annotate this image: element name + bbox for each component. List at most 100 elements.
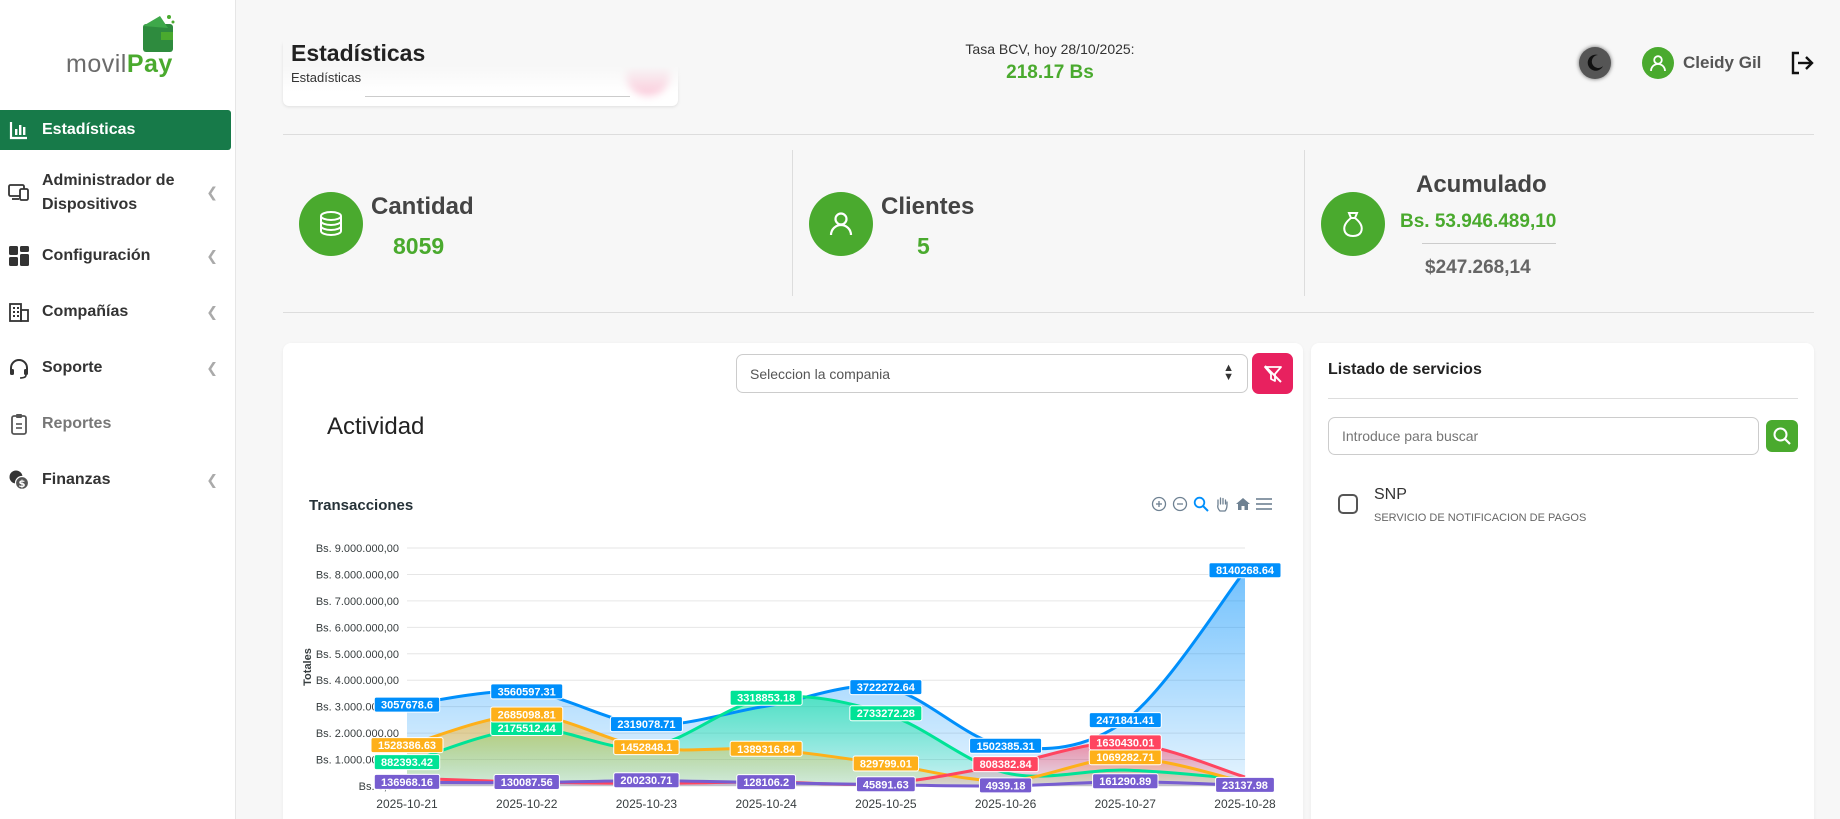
pan-hand-icon[interactable] — [1213, 495, 1231, 513]
sidebar-item-finanzas[interactable]: $ Finanzas ❮ — [0, 452, 236, 508]
sidebar-item-reportes[interactable]: Reportes — [0, 396, 236, 452]
svg-text:3560597.31: 3560597.31 — [498, 686, 556, 698]
svg-text:45891.63: 45891.63 — [863, 779, 909, 791]
x-tick-label: 2025-10-22 — [496, 797, 558, 811]
zoom-in-icon[interactable] — [1150, 495, 1168, 513]
avatar[interactable] — [1642, 47, 1674, 79]
svg-text:200230.71: 200230.71 — [620, 775, 672, 787]
wallet-icon — [143, 15, 175, 52]
services-title: Listado de servicios — [1328, 361, 1482, 378]
home-reset-icon[interactable] — [1234, 495, 1252, 513]
dashboard-grid-icon — [8, 245, 30, 267]
chevron-left-icon: ❮ — [206, 359, 218, 376]
sidebar-item-label: Finanzas — [42, 471, 111, 488]
movilpay-logo[interactable]: movilPay — [60, 14, 190, 84]
data-label: 130087.56 — [493, 774, 560, 791]
company-select-placeholder: Seleccion la compania — [750, 366, 891, 382]
y-tick-label: Bs. 5.000.000,00 — [316, 649, 399, 661]
company-select[interactable]: Seleccion la compania ▲ ▼ — [736, 354, 1248, 393]
svg-text:2175512.44: 2175512.44 — [498, 723, 557, 735]
activity-title: Actividad — [327, 413, 425, 440]
sidebar-item-label: Soporte — [42, 359, 103, 376]
data-label: 1528386.63 — [370, 737, 444, 754]
svg-text:829799.01: 829799.01 — [860, 759, 912, 771]
menu-icon[interactable] — [1255, 495, 1273, 513]
devices-icon — [8, 181, 30, 203]
data-label: 8140268.64 — [1208, 562, 1282, 579]
data-label: 808382.84 — [972, 756, 1039, 773]
bcv-rate-label: Tasa BCV, hoy 28/10/2025: — [965, 41, 1135, 57]
chart-title: Transacciones — [309, 497, 414, 514]
svg-text:8140268.64: 8140268.64 — [1216, 565, 1275, 577]
services-card — [1311, 343, 1814, 819]
sidebar-item-companias[interactable]: Compañías ❮ — [0, 284, 236, 340]
stat-divider — [1304, 150, 1305, 296]
data-label: 882393.42 — [373, 754, 441, 771]
data-label: 1630430.01 — [1088, 734, 1162, 751]
svg-text:136968.16: 136968.16 — [381, 777, 433, 789]
sidebar-item-label: Reportes — [42, 415, 112, 432]
services-search-input[interactable] — [1328, 417, 1759, 455]
data-label: 2319078.71 — [609, 716, 683, 733]
logo-text-movil: movil — [66, 50, 127, 78]
x-tick-label: 2025-10-28 — [1214, 797, 1276, 811]
data-label: 2733272.28 — [849, 705, 923, 722]
user-name[interactable]: Cleidy Gil — [1683, 53, 1761, 73]
sidebar-item-soporte[interactable]: Soporte ❮ — [0, 340, 236, 396]
svg-text:1630430.01: 1630430.01 — [1096, 737, 1154, 749]
sidebar-item-administrador-de-dispositivos[interactable]: Administrador de Dispositivos ❮ — [0, 156, 236, 228]
services-search-button[interactable] — [1766, 420, 1798, 452]
select-arrows-icon: ▲ ▼ — [1223, 362, 1234, 383]
sidebar-item-estadisticas[interactable]: Estadísticas — [0, 110, 231, 150]
bar-chart-icon — [8, 119, 30, 141]
dark-mode-toggle[interactable] — [1579, 47, 1611, 79]
sidebar-item-label: Compañías — [42, 303, 129, 320]
sidebar-item-label: Configuración — [42, 247, 151, 264]
data-label: 1452848.1 — [613, 739, 680, 756]
x-tick-label: 2025-10-23 — [616, 797, 678, 811]
bcv-rate-value: 218.17 Bs — [1006, 62, 1094, 83]
money-bag-icon — [1321, 192, 1385, 256]
data-label: 3722272.64 — [849, 679, 923, 696]
logout-button[interactable] — [1788, 49, 1816, 77]
acumulado-divider — [1422, 243, 1556, 244]
moon-icon — [1587, 54, 1603, 71]
breadcrumb: Estadísticas — [291, 70, 362, 85]
service-checkbox[interactable] — [1338, 494, 1358, 514]
data-label: 829799.01 — [852, 755, 920, 772]
chevron-left-icon: ❮ — [206, 471, 218, 488]
sidebar-item-configuracion[interactable]: Configuración ❮ — [0, 228, 236, 284]
transactions-chart: Bs. 9.000.000,00 Bs. 8.000.000,00 Bs. 7.00… — [302, 543, 1282, 811]
data-label: 2685098.81 — [490, 706, 564, 723]
y-axis-label: Totales — [302, 648, 314, 686]
chevron-left-icon: ❮ — [206, 247, 218, 264]
logout-icon — [1791, 51, 1814, 75]
zoom-selection-icon[interactable] — [1192, 495, 1210, 513]
page-title: Estadísticas — [291, 40, 426, 66]
x-tick-label: 2025-10-21 — [376, 797, 438, 811]
svg-text:1452848.1: 1452848.1 — [620, 742, 672, 754]
stat-divider — [792, 150, 793, 296]
svg-text:2685098.81: 2685098.81 — [498, 709, 556, 721]
y-tick-label: Bs. 4.000.000,00 — [316, 675, 399, 687]
zoom-out-icon[interactable] — [1171, 495, 1189, 513]
logo-text-pay: Pay — [126, 50, 173, 78]
stat-clientes-value: 5 — [917, 233, 930, 259]
y-tick-label: Bs. 9.000.000,00 — [316, 543, 399, 555]
svg-text:23137.98: 23137.98 — [1222, 780, 1268, 792]
building-icon — [8, 301, 30, 323]
svg-text:2319078.71: 2319078.71 — [617, 719, 675, 731]
chevron-left-icon: ❮ — [206, 184, 218, 200]
svg-text:3722272.64: 3722272.64 — [857, 682, 916, 694]
stat-acumulado-usd-value: $247.268,14 — [1425, 257, 1531, 278]
svg-text:882393.42: 882393.42 — [381, 757, 433, 769]
svg-text:2471841.41: 2471841.41 — [1096, 715, 1154, 727]
svg-text:808382.84: 808382.84 — [980, 759, 1033, 771]
y-tick-label: Bs. 6.000.000,00 — [316, 622, 399, 634]
scrolled-divider-remnant — [365, 96, 630, 97]
user-icon — [1650, 55, 1666, 72]
clear-filter-button[interactable] — [1252, 353, 1293, 394]
data-label: 2471841.41 — [1088, 712, 1162, 729]
x-tick-label: 2025-10-26 — [975, 797, 1037, 811]
svg-text:130087.56: 130087.56 — [501, 777, 553, 789]
